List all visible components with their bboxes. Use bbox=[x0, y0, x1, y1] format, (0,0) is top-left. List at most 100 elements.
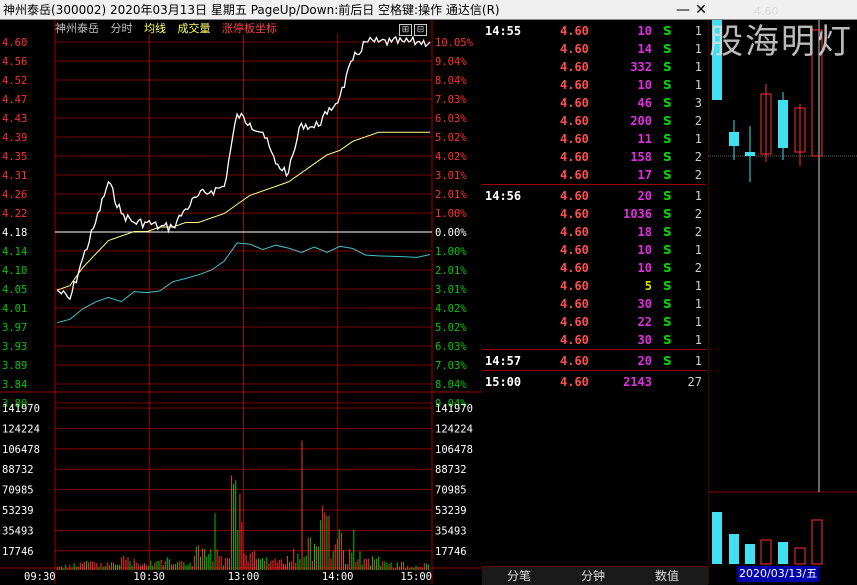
volume-bar bbox=[148, 565, 150, 570]
tick-row[interactable]: 4.60 10 S 2 bbox=[482, 259, 706, 277]
volume-tick-label: 106478 bbox=[2, 444, 40, 456]
kline-panel[interactable] bbox=[708, 20, 857, 584]
tick-count: 1 bbox=[694, 243, 702, 257]
tick-row[interactable]: 4.60 22 S 1 bbox=[482, 313, 706, 331]
volume-bar bbox=[409, 568, 411, 570]
volume-bar bbox=[282, 563, 284, 570]
volume-bar bbox=[193, 555, 195, 570]
volume-bar bbox=[71, 567, 73, 570]
next-icon[interactable]: ⊟ bbox=[414, 24, 427, 36]
volume-bar bbox=[175, 563, 177, 570]
volume-bar bbox=[336, 538, 338, 570]
volume-bar bbox=[407, 566, 409, 570]
volume-bar bbox=[255, 559, 257, 570]
volume-bar bbox=[204, 549, 206, 570]
volume-bar bbox=[413, 567, 415, 570]
volume-bar bbox=[374, 559, 376, 570]
tick-row[interactable]: 4.60 10 S 1 bbox=[482, 76, 706, 94]
tick-side: S bbox=[663, 243, 672, 257]
volume-tick-label: 141970 bbox=[2, 403, 40, 415]
minimize-icon[interactable]: — bbox=[675, 2, 691, 18]
tick-row[interactable]: 4.60 1036 S 2 bbox=[482, 205, 706, 223]
tick-row[interactable]: 4.60 18 S 2 bbox=[482, 223, 706, 241]
volume-tick-label-right: 70985 bbox=[435, 485, 467, 497]
tick-count: 1 bbox=[694, 279, 702, 293]
tick-price: 4.60 bbox=[560, 96, 589, 110]
tab-values[interactable]: 数值 bbox=[630, 567, 704, 585]
tick-row[interactable]: 4.60 46 S 3 bbox=[482, 94, 706, 112]
prev-icon[interactable]: ⊞ bbox=[399, 24, 412, 36]
tick-row[interactable]: 4.60 10 S 1 bbox=[482, 241, 706, 259]
tick-volume: 332 bbox=[630, 60, 652, 74]
tick-row[interactable]: 4.60 11 S 1 bbox=[482, 130, 706, 148]
tick-count: 1 bbox=[694, 297, 702, 311]
tick-price: 4.60 bbox=[560, 168, 589, 182]
menu-limit-up[interactable]: 涨停板坐标 bbox=[222, 22, 277, 35]
volume-bar bbox=[218, 555, 220, 570]
tick-side: S bbox=[663, 333, 672, 347]
tick-price: 4.60 bbox=[560, 189, 589, 203]
minute-separator bbox=[482, 349, 706, 350]
tick-volume: 158 bbox=[630, 150, 652, 164]
volume-bar bbox=[212, 561, 214, 570]
price-tick-label: 3.84 bbox=[2, 379, 27, 391]
tick-side: S bbox=[663, 42, 672, 56]
tick-row[interactable]: 4.60 200 S 2 bbox=[482, 112, 706, 130]
volume-bar bbox=[274, 558, 276, 570]
volume-bar bbox=[305, 555, 307, 570]
tick-row[interactable]: 14:57 4.60 20 S 1 bbox=[482, 352, 706, 370]
tick-volume: 10 bbox=[637, 78, 652, 92]
volume-bar bbox=[419, 567, 421, 570]
menu-time-share[interactable]: 分时 bbox=[111, 22, 133, 35]
volume-bar bbox=[152, 565, 154, 570]
volume-bar bbox=[187, 565, 189, 570]
tick-price: 4.60 bbox=[560, 114, 589, 128]
tick-row[interactable]: 4.60 332 S 1 bbox=[482, 58, 706, 76]
tab-ticks[interactable]: 分笔 bbox=[482, 567, 556, 585]
tick-count: 1 bbox=[694, 354, 702, 368]
tick-row[interactable]: 4.60 158 S 2 bbox=[482, 148, 706, 166]
tick-row[interactable]: 4.60 14 S 1 bbox=[482, 40, 706, 58]
volume-bar bbox=[106, 562, 108, 570]
tick-list[interactable]: 14:55 4.60 10 S 1 4.60 14 S 1 4.60 332 S 1 4.60 10 S 1 4.… bbox=[482, 20, 706, 566]
volume-bar bbox=[386, 563, 388, 570]
tick-count: 27 bbox=[687, 375, 702, 389]
volume-bar bbox=[384, 561, 386, 570]
tick-row[interactable]: 4.60 17 S 2 bbox=[482, 166, 706, 184]
volume-bar bbox=[208, 554, 210, 570]
intraday-chart[interactable]: 4.60 4.56 4.52 4.47 4.43 4.39 4.35 4.31 4.26 4.22… bbox=[0, 20, 482, 584]
close-icon[interactable]: ✕ bbox=[693, 2, 709, 18]
volume-bar bbox=[166, 557, 168, 570]
volume-bar bbox=[264, 560, 266, 570]
tick-row[interactable]: 4.60 30 S 1 bbox=[482, 331, 706, 349]
volume-bar bbox=[396, 562, 398, 570]
volume-bar bbox=[63, 568, 65, 570]
volume-bar bbox=[307, 537, 309, 570]
tick-volume: 10 bbox=[637, 24, 652, 38]
tick-count: 1 bbox=[694, 333, 702, 347]
menu-avg-line[interactable]: 均线 bbox=[144, 22, 166, 35]
tick-row[interactable]: 14:56 4.60 20 S 1 bbox=[482, 187, 706, 205]
volume-tick-label-right: 35493 bbox=[435, 525, 467, 537]
tick-time: 14:56 bbox=[485, 189, 522, 203]
volume-bar bbox=[427, 564, 429, 570]
volume-bar bbox=[110, 562, 112, 570]
volume-bar bbox=[142, 564, 143, 570]
tab-minutes[interactable]: 分钟 bbox=[556, 567, 630, 585]
tick-row[interactable]: 15:00 4.60 2143 27 bbox=[482, 373, 706, 391]
tick-row[interactable]: 14:55 4.60 10 S 1 bbox=[482, 22, 706, 40]
tick-row[interactable]: 4.60 5 S 1 bbox=[482, 277, 706, 295]
watermark: 股海明灯 bbox=[709, 22, 853, 62]
tick-row[interactable]: 4.60 30 S 1 bbox=[482, 295, 706, 313]
volume-tick-label-right: 88732 bbox=[435, 464, 467, 476]
menu-volume[interactable]: 成交量 bbox=[178, 22, 211, 35]
tick-side: S bbox=[663, 315, 672, 329]
volume-bar bbox=[272, 560, 274, 570]
volume-bar bbox=[195, 546, 197, 570]
volume-bar bbox=[241, 522, 243, 570]
volume-bar bbox=[367, 558, 369, 570]
tick-price: 4.60 bbox=[560, 261, 589, 275]
volume-bar bbox=[421, 567, 423, 570]
tick-side: S bbox=[663, 225, 672, 239]
volume-bar bbox=[345, 564, 346, 570]
